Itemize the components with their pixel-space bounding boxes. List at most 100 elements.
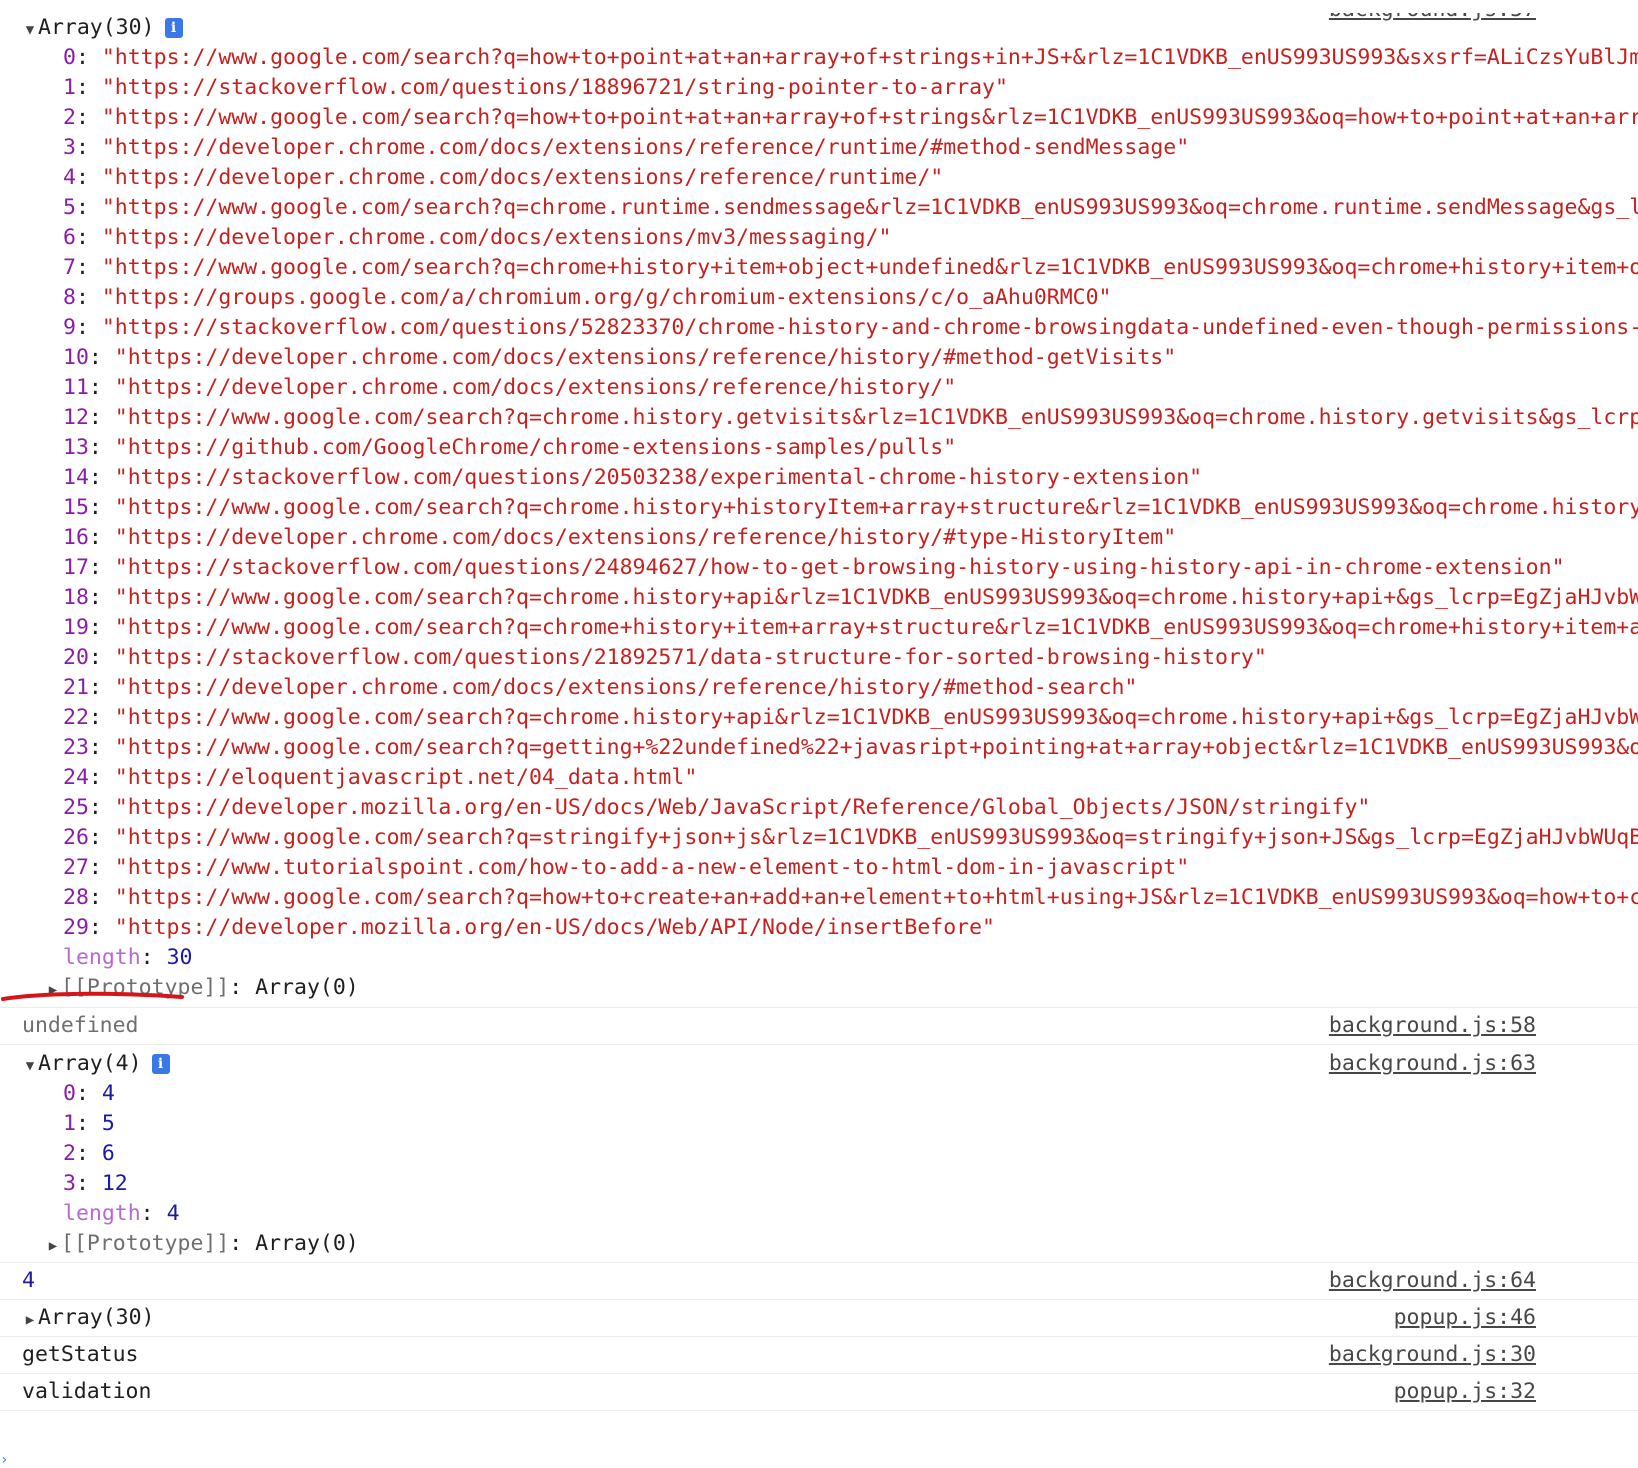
entry-value: "https://developer.chrome.com/docs/exten… [114, 375, 957, 400]
entry-value: 12 [101, 1171, 128, 1196]
entry-index: 7 [63, 255, 76, 280]
entry-index: 11 [63, 375, 89, 400]
prototype-value: Array(0) [255, 1231, 359, 1256]
entry-value: "https://developer.chrome.com/docs/exten… [114, 675, 1138, 700]
length-value: 30 [166, 945, 193, 970]
entry-index: 21 [63, 675, 89, 700]
console-message-array30: ▼Array(30) i background.js:57 0: "https:/… [0, 13, 1638, 1008]
array-entry: 15: "https://www.google.com/search?q=chr… [0, 493, 1638, 523]
info-icon[interactable]: i [164, 18, 183, 38]
array-entry: 27: "https://www.tutorialspoint.com/how-… [63, 855, 1190, 880]
entry-value: "https://developer.mozilla.org/en-US/doc… [114, 915, 995, 940]
source-link[interactable]: popup.js:32 [1385, 1377, 1536, 1407]
array-entry: 10: "https://developer.chrome.com/docs/e… [63, 345, 1177, 370]
entry-value: "https://stackoverflow.com/questions/528… [101, 315, 1638, 340]
entry-value: "https://developer.chrome.com/docs/exten… [101, 225, 892, 250]
array-entry: 3: "https://developer.chrome.com/docs/ex… [63, 135, 1190, 160]
source-link[interactable]: background.js:57 [1320, 13, 1536, 25]
entry-value: "https://stackoverflow.com/questions/188… [101, 75, 1008, 100]
prototype-row[interactable]: ▶ [[Prototype]]: Array(0) [0, 1229, 1638, 1259]
entry-index: 1 [63, 75, 76, 100]
array-label: Array(30) [38, 1305, 155, 1330]
array-entry: 20: "https://stackoverflow.com/questions… [63, 645, 1267, 670]
entry-value: "https://developer.mozilla.org/en-US/doc… [114, 795, 1371, 820]
array-header[interactable]: ▼ Array(4) i background.js:63 [0, 1049, 1638, 1079]
array-entry: 4: "https://developer.chrome.com/docs/ex… [63, 165, 944, 190]
entry-index: 25 [63, 795, 89, 820]
entry-value: "https://eloquentjavascript.net/04_data.… [114, 765, 698, 790]
triangle-right-icon[interactable]: ▶ [22, 1305, 38, 1333]
entry-index: 13 [63, 435, 89, 460]
entry-index: 28 [63, 885, 89, 910]
array-entry: 2: 6 [63, 1141, 115, 1166]
array-header[interactable]: ▶ Array(30) popup.js:46 [0, 1303, 1638, 1333]
array-entry: 21: "https://developer.chrome.com/docs/e… [63, 675, 1138, 700]
entry-index: 4 [63, 165, 76, 190]
entry-value: "https://groups.google.com/a/chromium.or… [101, 285, 1112, 310]
array-entry: 1: "https://stackoverflow.com/questions/… [63, 75, 1008, 100]
entry-index: 15 [63, 495, 89, 520]
entry-value: "https://www.tutorialspoint.com/how-to-a… [114, 855, 1190, 880]
triangle-down-icon[interactable]: ▼ [22, 1051, 38, 1079]
length-key: length [63, 945, 141, 970]
entry-index: 9 [63, 315, 76, 340]
array-entry: 12: "https://www.google.com/search?q=chr… [0, 403, 1638, 433]
entry-index: 26 [63, 825, 89, 850]
source-link[interactable]: popup.js:46 [1385, 1303, 1536, 1333]
triangle-down-icon[interactable]: ▼ [22, 15, 38, 43]
entry-value: "https://www.google.com/search?q=chrome.… [114, 585, 1638, 610]
array-entry: 22: "https://www.google.com/search?q=chr… [0, 703, 1638, 733]
entry-index: 23 [63, 735, 89, 760]
getstatus-value: getStatus [22, 1342, 139, 1367]
array-entry: 1: 5 [63, 1111, 115, 1136]
source-link[interactable]: background.js:64 [1320, 1266, 1536, 1296]
info-icon[interactable]: i [151, 1054, 170, 1074]
prototype-key: [[Prototype]] [61, 1231, 230, 1256]
array-entry: 5: "https://www.google.com/search?q=chro… [0, 193, 1638, 223]
source-link[interactable]: background.js:30 [1320, 1340, 1536, 1370]
red-underline-annotation [1, 991, 184, 1001]
entry-index: 5 [63, 195, 76, 220]
array-entry: 9: "https://stackoverflow.com/questions/… [0, 313, 1638, 343]
triangle-right-icon[interactable]: ▶ [45, 1231, 61, 1259]
entry-value: "https://developer.chrome.com/docs/exten… [101, 165, 944, 190]
undefined-text: undefined background.js:58 [0, 1011, 1638, 1041]
entry-index: 17 [63, 555, 89, 580]
console-panel: ▼Array(30)i background.js:57 0: "https:/… [0, 0, 1638, 1411]
entry-index: 14 [63, 465, 89, 490]
array-entry: 26: "https://www.google.com/search?q=str… [0, 823, 1638, 853]
entry-value: "https://www.google.com/search?q=chrome+… [114, 615, 1638, 640]
array-label: Array(30) [38, 15, 155, 40]
entry-index: 6 [63, 225, 76, 250]
entry-value: "https://www.google.com/search?q=how+to+… [101, 45, 1638, 70]
array-entry: 0: "https://www.google.com/search?q=how+… [0, 43, 1638, 73]
prototype-row[interactable]: ▶ [[Prototype]]: Array(0) [0, 973, 1638, 1003]
entry-value: "https://www.google.com/search?q=how+to+… [114, 885, 1638, 910]
array-entry: 19: "https://www.google.com/search?q=chr… [0, 613, 1638, 643]
entry-index: 20 [63, 645, 89, 670]
console-prompt-caret-icon[interactable]: › [0, 1452, 8, 1468]
console-message-undefined: undefined background.js:58 [0, 1008, 1638, 1045]
entry-index: 12 [63, 405, 89, 430]
entry-index: 22 [63, 705, 89, 730]
validation-value: validation [22, 1379, 152, 1404]
array-label: Array(4) [38, 1051, 142, 1076]
array-entry: 7: "https://www.google.com/search?q=chro… [0, 253, 1638, 283]
entry-value: 6 [101, 1141, 115, 1166]
array-entry: 8: "https://groups.google.com/a/chromium… [63, 285, 1112, 310]
prototype-value: Array(0) [255, 975, 359, 1000]
entry-value: "https://developer.chrome.com/docs/exten… [114, 525, 1177, 550]
entry-index: 8 [63, 285, 76, 310]
entry-index: 19 [63, 615, 89, 640]
array-entry: 16: "https://developer.chrome.com/docs/e… [63, 525, 1177, 550]
entry-index: 2 [63, 1141, 76, 1166]
number-text: 4 background.js:64 [0, 1266, 1638, 1296]
source-link[interactable]: background.js:58 [1320, 1011, 1536, 1041]
array-header[interactable]: ▼Array(30) i background.js:57 [0, 13, 1638, 43]
entry-index: 3 [63, 135, 76, 160]
entry-index: 10 [63, 345, 89, 370]
undefined-value: undefined [22, 1013, 139, 1038]
log-text: validation popup.js:32 [0, 1377, 1638, 1407]
source-link[interactable]: background.js:63 [1320, 1049, 1536, 1079]
entry-value: "https://www.google.com/search?q=getting… [114, 735, 1638, 760]
